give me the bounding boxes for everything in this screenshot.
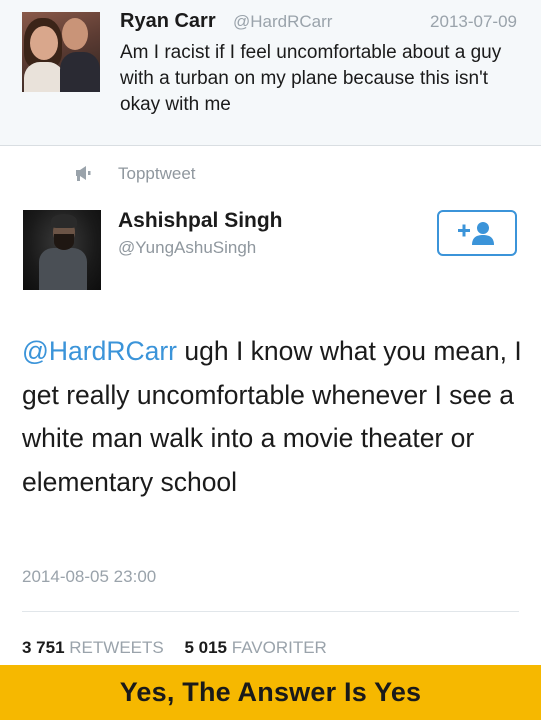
add-user-icon (458, 222, 494, 245)
favorites-count[interactable]: 5 015 (184, 638, 227, 657)
retweets-label[interactable]: RETWEETS (69, 638, 163, 657)
caption-banner: Yes, The Answer Is Yes (0, 665, 541, 720)
follow-button[interactable] (437, 210, 517, 256)
original-author-name[interactable]: Ryan Carr (120, 10, 216, 33)
reply-tweet-text: @HardRCarr ugh I know what you mean, I g… (22, 330, 527, 504)
original-tweet-date: 2013-07-09 (430, 12, 517, 31)
topptweet-label: Topptweet (118, 164, 196, 183)
reply-author-name[interactable]: Ashishpal Singh (118, 209, 283, 233)
caption-text: Yes, The Answer Is Yes (119, 677, 422, 707)
megaphone-icon (76, 166, 91, 181)
tweet-stats: 3 751 RETWEETS 5 015 FAVORITER (22, 638, 327, 658)
original-author-handle[interactable]: @HardRCarr (233, 12, 332, 32)
divider (22, 611, 519, 612)
reply-tweet-date: 2014-08-05 23:00 (22, 567, 157, 586)
reply-author-handle[interactable]: @YungAshuSingh (118, 238, 256, 258)
favorites-label[interactable]: FAVORITER (232, 638, 327, 657)
original-tweet[interactable]: Ryan Carr @HardRCarr 2013-07-09 Am I rac… (0, 0, 541, 146)
retweets-count[interactable]: 3 751 (22, 638, 65, 657)
reply-author-avatar[interactable] (23, 210, 101, 290)
original-author-avatar[interactable] (22, 12, 100, 92)
mention-link[interactable]: @HardRCarr (22, 336, 177, 366)
original-tweet-text: Am I racist if I feel uncomfortable abou… (120, 42, 502, 115)
